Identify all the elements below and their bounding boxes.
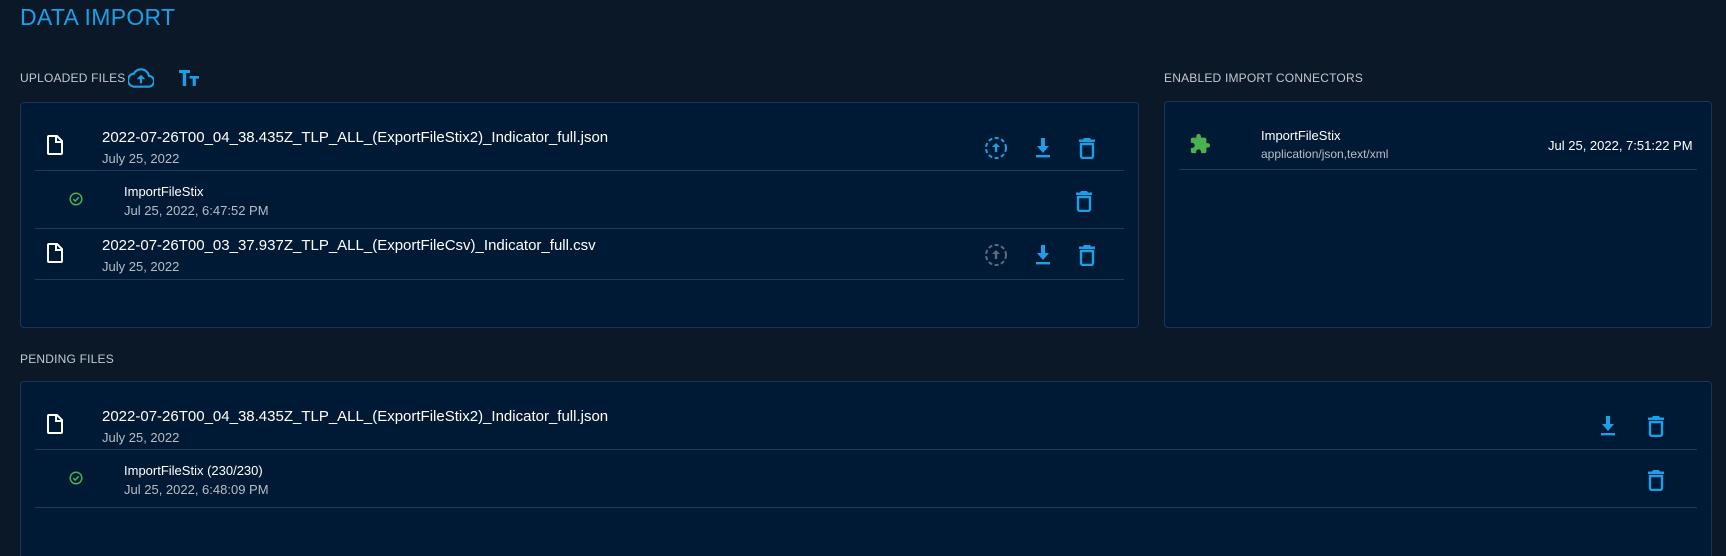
- delete-work-button[interactable]: [1075, 190, 1093, 212]
- download-button[interactable]: [1034, 137, 1052, 159]
- file-row[interactable]: 2022-07-26T00_04_38.435Z_TLP_ALL_(Export…: [35, 382, 1697, 450]
- pending-files-panel: 2022-07-26T00_04_38.435Z_TLP_ALL_(Export…: [20, 381, 1712, 556]
- check-circle-icon: [69, 471, 83, 485]
- import-file-button[interactable]: [984, 136, 1008, 160]
- file-row[interactable]: 2022-07-26T00_03_37.937Z_TLP_ALL_(Export…: [35, 229, 1124, 280]
- connector-name: ImportFileStix: [1261, 128, 1341, 143]
- enabled-connectors-label: ENABLED IMPORT CONNECTORS: [1164, 71, 1364, 85]
- pending-files-label: PENDING FILES: [20, 352, 114, 366]
- work-date: Jul 25, 2022, 6:47:52 PM: [124, 203, 269, 218]
- connector-row: ImportFileStix application/json,text/xml…: [1179, 102, 1697, 170]
- uploaded-files-panel: 2022-07-26T00_04_38.435Z_TLP_ALL_(Export…: [20, 102, 1139, 328]
- delete-button[interactable]: [1647, 415, 1665, 437]
- import-file-button-disabled: [985, 244, 1007, 266]
- file-icon: [47, 135, 63, 155]
- work-connector-name: ImportFileStix: [124, 184, 204, 199]
- file-date: July 25, 2022: [102, 259, 180, 274]
- work-row: ImportFileStix (230/230) Jul 25, 2022, 6…: [35, 450, 1697, 508]
- page-title: DATA IMPORT: [20, 4, 176, 30]
- delete-work-button[interactable]: [1647, 469, 1665, 491]
- puzzle-extension-icon: [1190, 133, 1211, 154]
- check-circle-icon: [69, 192, 83, 206]
- file-name[interactable]: 2022-07-26T00_03_37.937Z_TLP_ALL_(Export…: [102, 237, 596, 254]
- file-name[interactable]: 2022-07-26T00_04_38.435Z_TLP_ALL_(Export…: [102, 408, 608, 425]
- file-date: July 25, 2022: [102, 151, 180, 166]
- work-connector-name: ImportFileStix (230/230): [124, 463, 263, 478]
- file-name[interactable]: 2022-07-26T00_04_38.435Z_TLP_ALL_(Export…: [102, 129, 608, 146]
- cloud-upload-icon[interactable]: [128, 68, 154, 88]
- connectors-panel: ImportFileStix application/json,text/xml…: [1164, 101, 1712, 328]
- delete-button[interactable]: [1078, 244, 1096, 266]
- file-icon: [47, 243, 63, 263]
- connector-scope: application/json,text/xml: [1261, 147, 1389, 161]
- connector-updated-date: Jul 25, 2022, 7:51:22 PM: [1548, 138, 1693, 153]
- delete-button[interactable]: [1078, 137, 1096, 159]
- file-date: July 25, 2022: [102, 430, 180, 445]
- text-format-icon[interactable]: [178, 69, 200, 87]
- file-row[interactable]: 2022-07-26T00_04_38.435Z_TLP_ALL_(Export…: [35, 103, 1124, 171]
- uploaded-files-label: UPLOADED FILES: [20, 71, 126, 85]
- file-icon: [47, 414, 63, 434]
- work-row: ImportFileStix Jul 25, 2022, 6:47:52 PM: [35, 171, 1124, 229]
- download-button[interactable]: [1034, 244, 1052, 266]
- work-date: Jul 25, 2022, 6:48:09 PM: [124, 482, 269, 497]
- download-button[interactable]: [1599, 415, 1617, 437]
